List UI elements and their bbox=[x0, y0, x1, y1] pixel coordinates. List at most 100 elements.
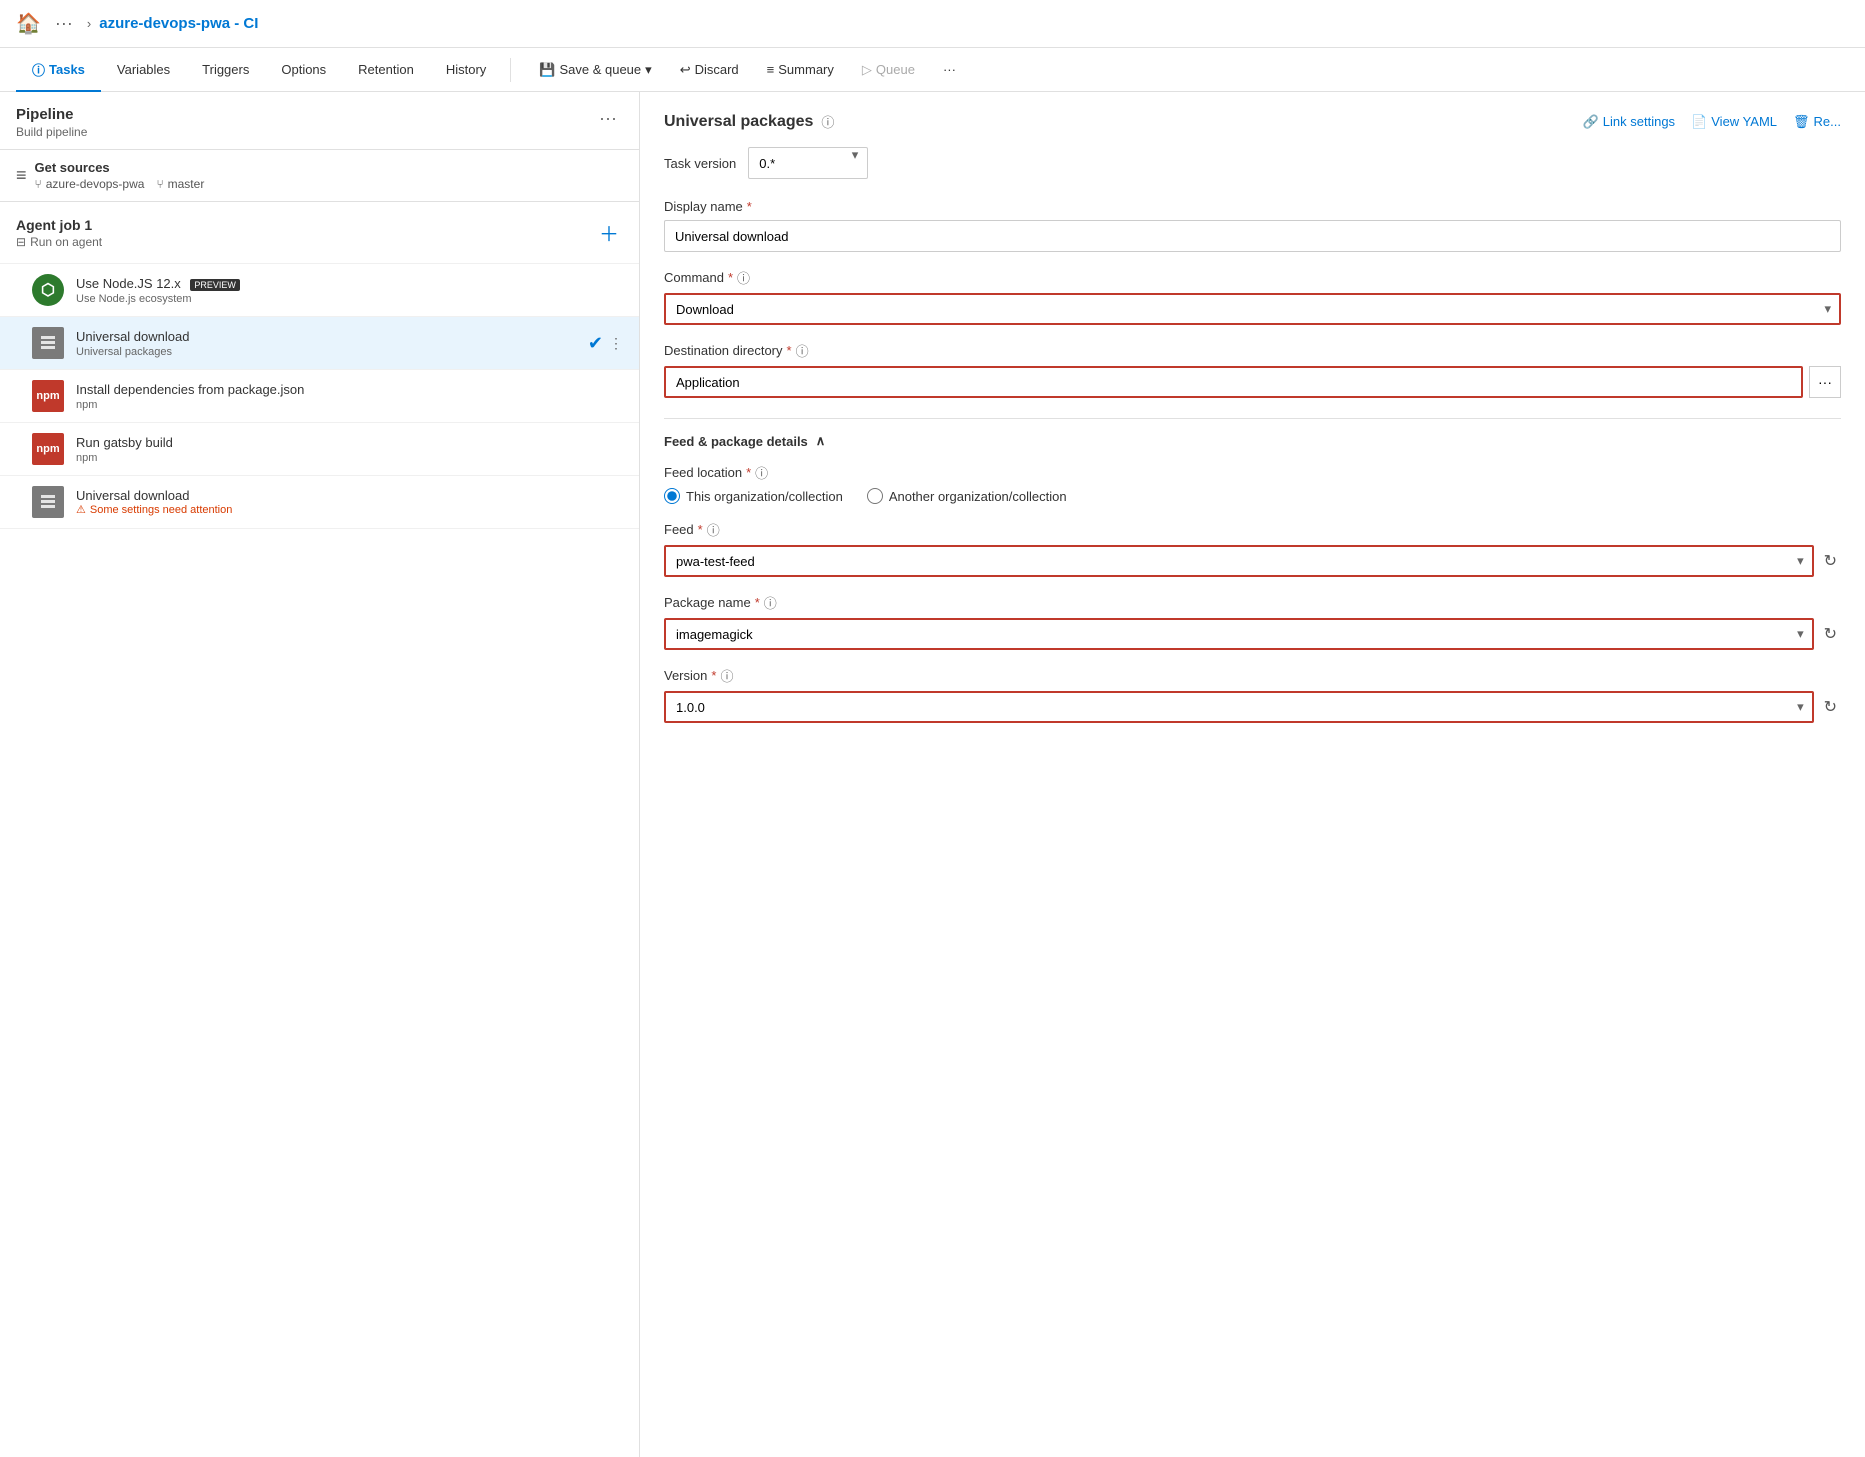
get-sources-title: Get sources bbox=[35, 160, 205, 175]
task-universal-download-selected[interactable]: Universal download Universal packages ✔ … bbox=[0, 317, 639, 370]
feed-refresh-button[interactable]: ↻ bbox=[1820, 545, 1841, 577]
dest-dir-group: Destination directory * ⓘ ··· bbox=[664, 341, 1841, 398]
universal-download-task-sub: Universal packages bbox=[76, 346, 576, 358]
feed-location-info-icon[interactable]: ⓘ bbox=[755, 463, 768, 482]
feed-location-another-org[interactable]: Another organization/collection bbox=[867, 488, 1067, 504]
tab-variables[interactable]: Variables bbox=[101, 48, 186, 92]
remove-button[interactable]: 🗑 Re... bbox=[1793, 114, 1841, 130]
task-nodejs[interactable]: ⬡ Use Node.JS 12.x PREVIEW Use Node.js e… bbox=[0, 264, 639, 317]
dest-info-icon[interactable]: ⓘ bbox=[796, 341, 809, 360]
feed-select-wrapper: pwa-test-feed ▾ bbox=[664, 545, 1814, 577]
package-name-select[interactable]: imagemagick bbox=[664, 618, 1814, 650]
display-name-input[interactable] bbox=[664, 220, 1841, 252]
nodejs-icon: ⬡ bbox=[32, 274, 64, 306]
dest-dir-row: ··· bbox=[664, 366, 1841, 398]
feed-info-icon[interactable]: ⓘ bbox=[707, 520, 720, 539]
warning-icon: ⚠ bbox=[76, 503, 86, 516]
tasks-icon: ⓘ bbox=[32, 60, 45, 79]
required-star: * bbox=[747, 199, 752, 214]
branch-name: ⑂ master bbox=[156, 177, 204, 191]
tab-options[interactable]: Options bbox=[265, 48, 342, 92]
package-name-row: imagemagick ▾ ↻ bbox=[664, 618, 1841, 650]
tab-history[interactable]: History bbox=[430, 48, 502, 92]
feed-select[interactable]: pwa-test-feed bbox=[664, 545, 1814, 577]
agent-icon: ⊟ bbox=[16, 235, 26, 249]
dest-dir-input[interactable] bbox=[664, 366, 1803, 398]
display-name-group: Display name * bbox=[664, 199, 1841, 252]
feed-required-star: * bbox=[698, 522, 703, 537]
nav-actions: 💾 Save & queue ▾ ↩ Discard ≡ Summary ▷ Q… bbox=[527, 56, 968, 84]
command-info-icon[interactable]: ⓘ bbox=[737, 268, 750, 287]
nodejs-task-name: Use Node.JS 12.x PREVIEW bbox=[76, 276, 623, 291]
version-select-wrapper: 1.0.0 ▾ bbox=[664, 691, 1814, 723]
task-version-row: Task version 0.* ▾ bbox=[664, 147, 1841, 179]
main-layout: Pipeline Build pipeline ··· ≡ Get source… bbox=[0, 92, 1865, 1457]
command-group: Command * ⓘ Download Publish ▾ bbox=[664, 268, 1841, 325]
summary-button[interactable]: ≡ Summary bbox=[755, 56, 846, 83]
panel-header: Universal packages ⓘ 🔗 Link settings 📄 V… bbox=[664, 112, 1841, 131]
summary-icon: ≡ bbox=[767, 62, 775, 77]
feed-location-another-radio[interactable] bbox=[867, 488, 883, 504]
feed-location-this-org[interactable]: This organization/collection bbox=[664, 488, 843, 504]
save-queue-button[interactable]: 💾 Save & queue ▾ bbox=[527, 56, 663, 84]
task-more-icon[interactable]: ⋮ bbox=[609, 335, 623, 352]
package-name-info-icon[interactable]: ⓘ bbox=[764, 593, 777, 612]
nav-tabs: ⓘ Tasks Variables Triggers Options Reten… bbox=[0, 48, 1865, 92]
feed-label: Feed * ⓘ bbox=[664, 520, 1841, 539]
more-actions-button[interactable]: ··· bbox=[931, 56, 968, 83]
package-name-refresh-button[interactable]: ↻ bbox=[1820, 618, 1841, 650]
feed-group: Feed * ⓘ pwa-test-feed ▾ ↻ bbox=[664, 520, 1841, 577]
feed-package-section-header: Feed & package details ∧ bbox=[664, 418, 1841, 449]
agent-job-header: Agent job 1 ⊟ Run on agent ＋ bbox=[0, 202, 639, 264]
package-name-label: Package name * ⓘ bbox=[664, 593, 1841, 612]
get-sources-item[interactable]: ≡ Get sources ⑂ azure-devops-pwa ⑂ maste… bbox=[0, 150, 639, 202]
npm-install-icon: npm bbox=[32, 380, 64, 412]
add-task-button[interactable]: ＋ bbox=[595, 214, 623, 251]
task-gatsby-build[interactable]: npm Run gatsby build npm bbox=[0, 423, 639, 476]
version-required-star: * bbox=[711, 668, 716, 683]
preview-badge: PREVIEW bbox=[190, 279, 240, 291]
command-select[interactable]: Download Publish bbox=[664, 293, 1841, 325]
panel-info-icon[interactable]: ⓘ bbox=[821, 112, 834, 131]
tab-tasks[interactable]: ⓘ Tasks bbox=[16, 48, 101, 92]
version-select[interactable]: 1.0.0 bbox=[664, 691, 1814, 723]
discard-button[interactable]: ↩ Discard bbox=[668, 56, 751, 84]
right-panel: Universal packages ⓘ 🔗 Link settings 📄 V… bbox=[640, 92, 1865, 1457]
breadcrumb-chevron: › bbox=[87, 16, 91, 31]
section-chevron-icon[interactable]: ∧ bbox=[816, 433, 826, 449]
pkg-required-star: * bbox=[755, 595, 760, 610]
link-settings-button[interactable]: 🔗 Link settings bbox=[1583, 114, 1675, 130]
feed-row: pwa-test-feed ▾ ↻ bbox=[664, 545, 1841, 577]
command-select-wrapper: Download Publish ▾ bbox=[664, 293, 1841, 325]
view-yaml-button[interactable]: 📄 View YAML bbox=[1691, 114, 1777, 130]
dest-required-star: * bbox=[787, 343, 792, 358]
task-check-icon: ✔ bbox=[588, 333, 603, 354]
agent-job-subtitle: ⊟ Run on agent bbox=[16, 235, 102, 249]
package-name-select-wrapper: imagemagick ▾ bbox=[664, 618, 1814, 650]
nodejs-task-sub: Use Node.js ecosystem bbox=[76, 293, 623, 305]
feed-loc-required-star: * bbox=[746, 465, 751, 480]
get-sources-icon: ≡ bbox=[16, 165, 27, 186]
npm-gatsby-icon: npm bbox=[32, 433, 64, 465]
queue-button[interactable]: ▷ Queue bbox=[850, 56, 927, 84]
feed-location-radio-group: This organization/collection Another org… bbox=[664, 488, 1841, 504]
feed-location-this-radio[interactable] bbox=[664, 488, 680, 504]
app-icon: 🏠 bbox=[16, 11, 41, 36]
task-version-select[interactable]: 0.* bbox=[748, 147, 868, 179]
dest-dir-label: Destination directory * ⓘ bbox=[664, 341, 1841, 360]
dest-dir-browse-button[interactable]: ··· bbox=[1809, 366, 1841, 398]
command-required-star: * bbox=[728, 270, 733, 285]
tab-triggers[interactable]: Triggers bbox=[186, 48, 265, 92]
universal-download-task-name: Universal download bbox=[76, 329, 576, 344]
discard-icon: ↩ bbox=[680, 62, 691, 78]
link-icon: 🔗 bbox=[1583, 114, 1599, 130]
top-bar: 🏠 ··· › azure-devops-pwa - CI bbox=[0, 0, 1865, 48]
universal-download-icon bbox=[32, 327, 64, 359]
task-universal-download-2[interactable]: Universal download ⚠ Some settings need … bbox=[0, 476, 639, 529]
tab-retention[interactable]: Retention bbox=[342, 48, 430, 92]
pipeline-more-button[interactable]: ··· bbox=[593, 106, 623, 131]
version-refresh-button[interactable]: ↻ bbox=[1820, 691, 1841, 723]
top-bar-dots[interactable]: ··· bbox=[49, 11, 79, 36]
version-info-icon[interactable]: ⓘ bbox=[720, 666, 733, 685]
task-install-deps[interactable]: npm Install dependencies from package.js… bbox=[0, 370, 639, 423]
